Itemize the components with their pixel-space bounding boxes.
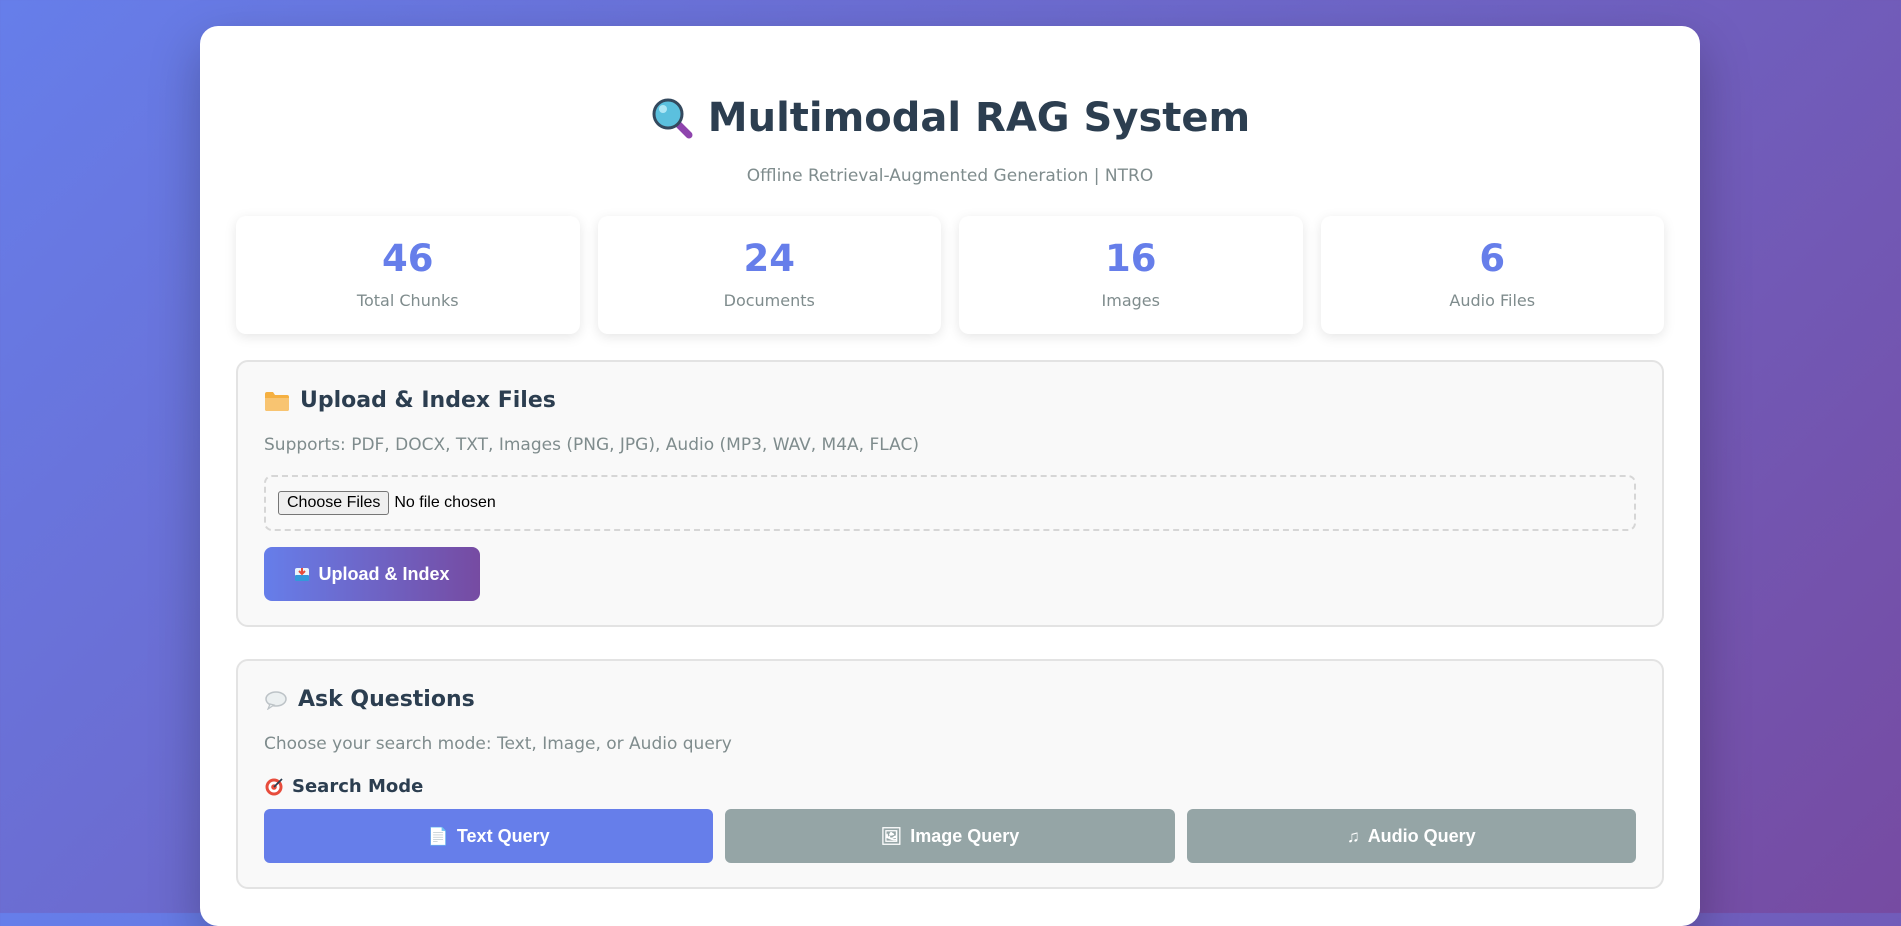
search-mode-label: Search Mode [264, 776, 1636, 797]
text-query-button[interactable]: 📄 Text Query [264, 809, 714, 863]
ask-section: Ask Questions Choose your search mode: T… [236, 659, 1664, 889]
page-title: Multimodal RAG System [650, 96, 1250, 140]
main-panel: Multimodal RAG System Offline Retrieval-… [200, 26, 1700, 926]
subtitle: Offline Retrieval-Augmented Generation |… [746, 166, 1154, 186]
picture-icon: 🖼 [880, 826, 903, 846]
upload-section-title: Upload & Index Files [264, 388, 1636, 413]
choose-files-button[interactable]: Choose Files [278, 491, 390, 515]
stat-label: Audio Files [1449, 291, 1536, 310]
search-mode-text: Search Mode [292, 776, 424, 797]
ask-description: Choose your search mode: Text, Image, or… [264, 734, 732, 754]
stat-card-images: 16 Images [959, 216, 1303, 334]
stat-card-documents: 24 Documents [597, 216, 941, 334]
search-mode-buttons: 📄 Text Query 🖼 Image Query ♫ Audio Query [264, 809, 1636, 863]
stat-label: Documents [723, 291, 815, 310]
stat-value: 16 [1105, 237, 1157, 280]
ask-title-text: Ask Questions [298, 687, 475, 712]
magnifier-icon [652, 98, 693, 139]
target-icon [265, 777, 283, 795]
upload-index-button[interactable]: Upload & Index [264, 547, 480, 601]
file-status: No file chosen [394, 494, 496, 511]
upload-title-text: Upload & Index Files [300, 388, 556, 413]
file-drop-zone[interactable]: Choose Files No file chosen [264, 475, 1636, 531]
stat-value: 46 [382, 237, 434, 280]
stat-label: Images [1101, 291, 1160, 310]
ask-section-title: Ask Questions [264, 687, 1636, 712]
stat-card-audio-files: 6 Audio Files [1320, 216, 1664, 334]
document-icon: 📄 [427, 826, 449, 846]
upload-section: Upload & Index Files Supports: PDF, DOCX… [236, 360, 1664, 627]
mode-label: Audio Query [1367, 825, 1476, 846]
music-note-icon: ♫ [1346, 826, 1360, 846]
folder-icon [265, 391, 289, 411]
stat-value: 6 [1479, 237, 1506, 280]
stat-value: 24 [743, 237, 796, 280]
stat-label: Total Chunks [356, 291, 459, 310]
audio-query-button[interactable]: ♫ Audio Query [1186, 809, 1636, 863]
stats-row: 46 Total Chunks 24 Documents 16 Images 6… [236, 216, 1664, 334]
inbox-tray-icon [295, 568, 310, 581]
header: Multimodal RAG System Offline Retrieval-… [236, 26, 1664, 186]
upload-button-label: Upload & Index [318, 563, 450, 584]
mode-label: Text Query [456, 825, 550, 846]
stat-card-total-chunks: 46 Total Chunks [236, 216, 580, 334]
supported-formats: Supports: PDF, DOCX, TXT, Images (PNG, J… [264, 435, 919, 455]
title-text: Multimodal RAG System [707, 95, 1251, 141]
mode-label: Image Query [910, 825, 1020, 846]
speech-bubble-icon [265, 690, 287, 710]
image-query-button[interactable]: 🖼 Image Query [725, 809, 1175, 863]
